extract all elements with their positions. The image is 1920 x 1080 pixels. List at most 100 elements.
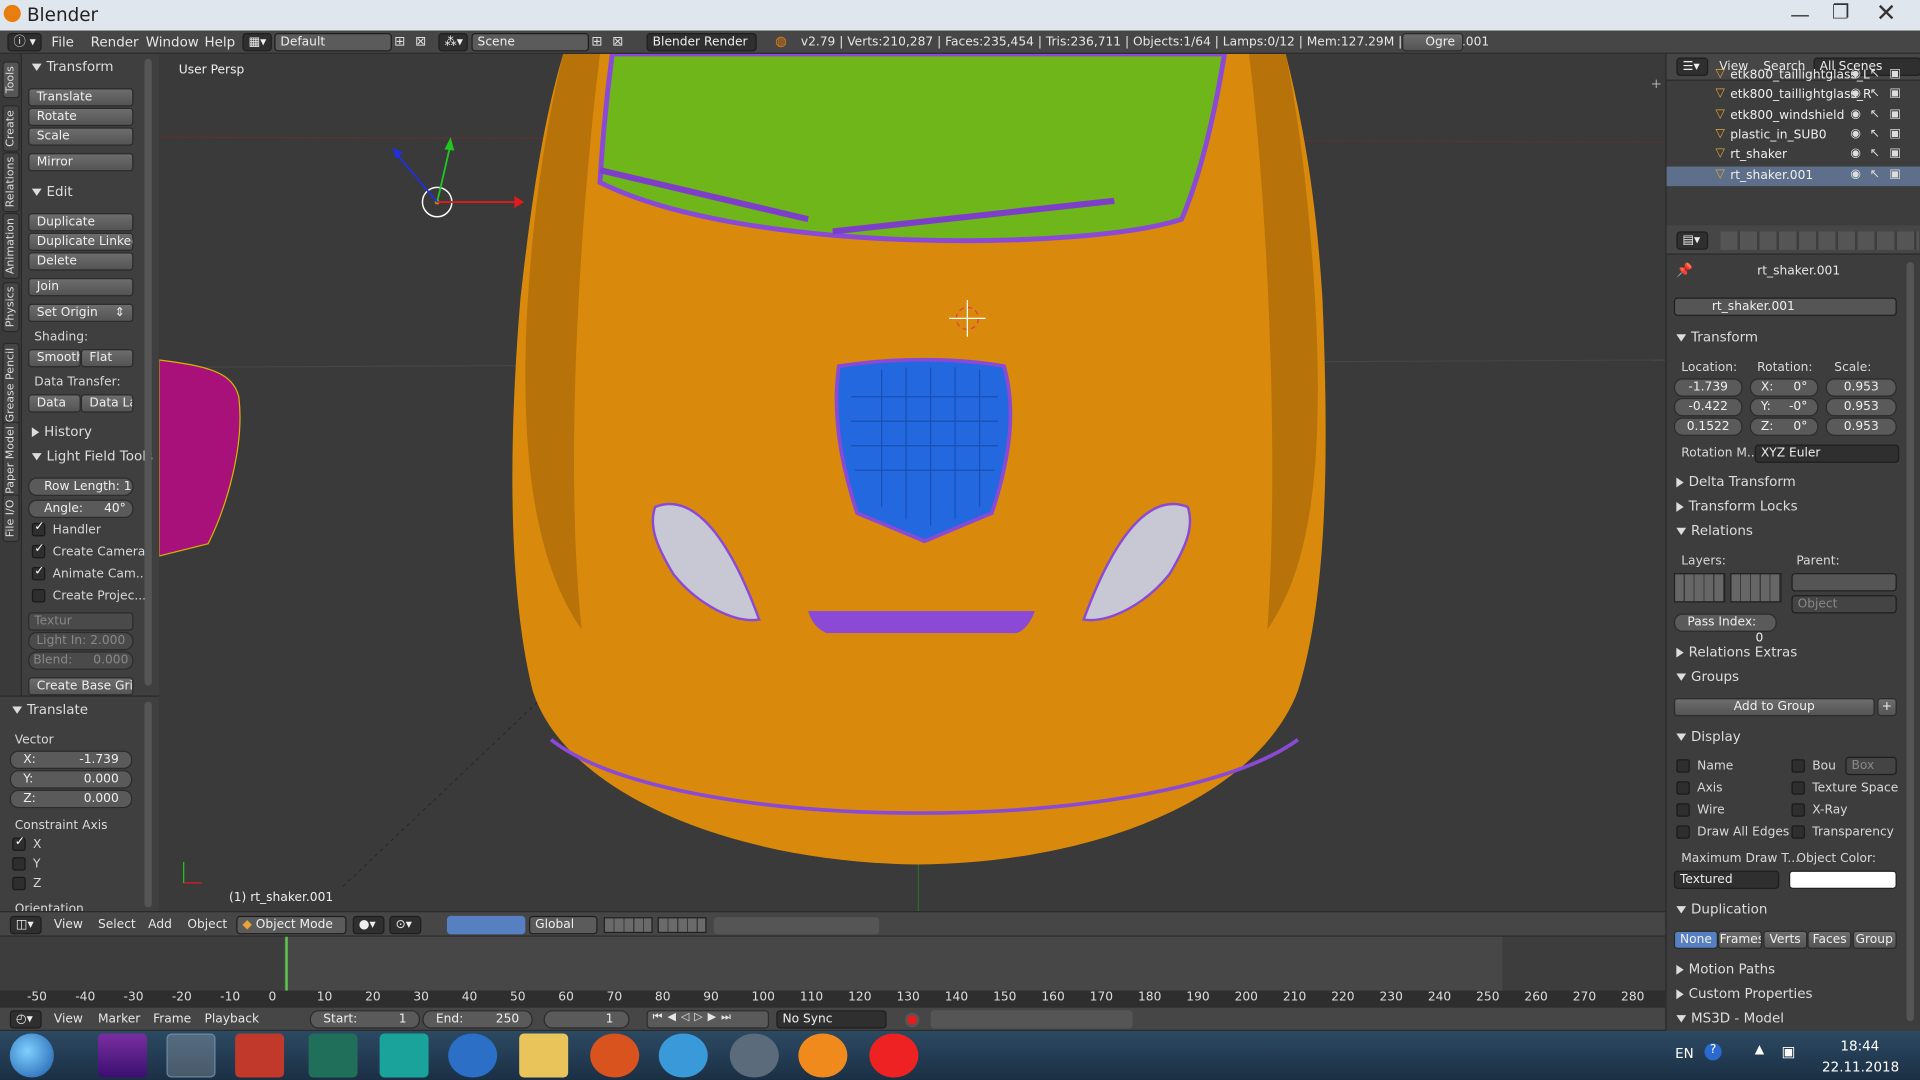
scene-type-button[interactable]: ⁂▾ [438,33,468,52]
tool-tab[interactable]: Animation [2,213,20,280]
parent-field[interactable] [1791,573,1897,592]
display-name-checkbox[interactable]: Name [1676,759,1733,773]
view3d-menu-object[interactable]: Object [187,918,227,931]
manipulator-icons[interactable] [446,915,526,935]
ogre-button[interactable]: Ogre [1402,33,1464,52]
animate-camera-checkbox[interactable]: Animate Cam... [31,564,148,581]
visibility-eye-icon[interactable]: ◉ [1850,167,1861,180]
display-alledges-checkbox[interactable]: Draw All Edges [1676,825,1789,839]
rotation-field[interactable]: Y: -0° [1749,397,1819,417]
viewport-3d[interactable]: User Persp (1) rt_shaker.001 + [159,53,1666,912]
tray-expand-icon[interactable]: ▲ [1755,1043,1764,1056]
constraint-y-check-icon[interactable] [12,857,26,871]
menu-file[interactable]: File [51,34,74,50]
menu-render[interactable]: Render [91,34,139,50]
duplication-header[interactable]: Duplication [1676,901,1767,917]
clock-time[interactable]: 18:44 [1840,1038,1879,1054]
yandex-icon[interactable] [235,1033,285,1078]
create-projector-checkbox[interactable]: Create Projec... [31,588,146,603]
motion-paths-header[interactable]: Motion Paths [1676,961,1775,977]
help-tray-icon[interactable]: ? [1704,1043,1722,1061]
scene-remove-icon[interactable]: ⊠ [612,33,623,49]
scale-button[interactable]: Scale [28,127,134,146]
tool-tab[interactable]: Grease Pencil [2,342,20,428]
display-bounds-checkbox[interactable]: Bou [1791,759,1836,773]
location-field[interactable]: -0.422 [1673,397,1743,417]
display-wire-check-icon[interactable] [1676,803,1690,817]
relations-layers-grid-b[interactable] [1730,573,1782,603]
layout-add-icon[interactable]: ⊞ [394,33,405,49]
render-camera-icon[interactable]: ▣ [1889,127,1901,140]
pivot-select[interactable]: ⊙▾ [389,915,422,935]
relations-layers-grid-a[interactable] [1673,573,1726,603]
constraint-x-checkbox[interactable]: X [12,835,41,852]
timeline-menu-frame[interactable]: Frame [153,1013,191,1026]
render-camera-icon[interactable]: ▣ [1889,87,1901,100]
properties-editor-type[interactable]: ▤▾ [1676,231,1709,250]
pin-icon[interactable]: 📌 [1676,262,1693,278]
visibility-eye-icon[interactable]: ◉ [1850,107,1861,120]
wheel-icon[interactable] [798,1033,848,1078]
layers-grid-b[interactable] [657,917,707,934]
visibility-eye-icon[interactable]: ◉ [1850,147,1861,160]
minimize-icon[interactable]: — [1790,2,1810,25]
snap-icons[interactable] [713,917,880,935]
operator-header[interactable]: Translate [12,702,88,718]
transform-locks-header[interactable]: Transform Locks [1676,498,1798,514]
speedometer-icon[interactable] [308,1033,358,1078]
menu-window[interactable]: Window [146,34,199,50]
close-icon[interactable]: ✕ [1876,0,1897,27]
outliner-row[interactable]: ▽ etk800_taillightglass_L ◉ ↖ ▣ [1667,66,1920,86]
rotation-field[interactable]: X: 0° [1749,378,1819,397]
max-draw-type-select[interactable]: Textured [1673,870,1780,889]
display-texspace-check-icon[interactable] [1791,781,1805,795]
start-frame-field[interactable]: Start: 1 [309,1010,421,1029]
layout-remove-icon[interactable]: ⊠ [415,33,426,49]
animate-camera-check-icon[interactable] [31,564,46,581]
add-to-group-button[interactable]: Add to Group [1673,697,1875,717]
internet-explorer-icon[interactable] [658,1033,708,1078]
duplication-option[interactable]: Faces [1807,930,1852,949]
display-wire-checkbox[interactable]: Wire [1676,803,1725,817]
display-xray-check-icon[interactable] [1791,803,1805,817]
constraint-z-check-icon[interactable] [12,876,26,891]
rotation-field[interactable]: Z: 0° [1749,417,1819,436]
outliner-row[interactable]: ▽ rt_shaker ◉ ↖ ▣ [1667,146,1920,166]
duplication-option[interactable]: Verts [1763,930,1808,949]
viewport-plus-icon[interactable]: + [1651,76,1662,92]
selectable-cursor-icon[interactable]: ↖ [1870,127,1880,140]
display-xray-checkbox[interactable]: X-Ray [1791,803,1847,817]
timeline-menu-marker[interactable]: Marker [98,1013,140,1026]
molecule-icon[interactable] [590,1033,640,1078]
timeline[interactable]: -50 -40 -30 -20 -10 0 10 20 30 40 50 60 70 80 90 100 110… [0,936,1666,1008]
tool-tab[interactable]: Relations [2,151,20,213]
light-field-tools-header[interactable]: Light Field Tools [31,448,153,464]
duplicate-linked-button[interactable]: Duplicate Linked [28,232,134,252]
clock-date[interactable]: 22.11.2018 [1822,1059,1899,1075]
light-intensity-field[interactable]: Light In: 2.000 [28,631,134,651]
history-panel-header[interactable]: History [31,424,92,440]
timeline-menu-playback[interactable]: Playback [204,1013,259,1026]
properties-context-tabs[interactable] [1720,231,1919,250]
rotation-mode-select[interactable]: XYZ Euler [1754,444,1900,463]
delete-button[interactable]: Delete [28,252,134,271]
add-group-plus-icon[interactable]: + [1877,697,1897,717]
location-field[interactable]: 0.1522 [1673,417,1743,436]
record-icon[interactable] [904,1012,920,1028]
tool-shelf-scrollbar[interactable] [144,58,152,686]
flat-button[interactable]: Flat [80,348,134,368]
outliner-row[interactable]: ▽ etk800_taillightglass_R ◉ ↖ ▣ [1667,86,1920,106]
view3d-menu-view[interactable]: View [54,918,83,931]
orientation-select[interactable]: Global [528,915,598,935]
create-base-grid-button[interactable]: Create Base Grid [28,677,134,696]
duplication-option[interactable]: Group [1852,930,1897,949]
parent-type-select[interactable]: Object [1791,595,1897,614]
tool-tab[interactable]: File I/O [2,494,20,543]
vector-x-field[interactable]: X: -1.739 [9,750,133,769]
render-camera-icon[interactable]: ▣ [1889,147,1901,160]
create-projector-check-icon[interactable] [31,588,46,603]
outliner-row[interactable]: ▽ rt_shaker.001 ◉ ↖ ▣ [1666,165,1920,186]
outliner-row[interactable]: ▽ etk800_windshield ◉ ↖ ▣ [1667,106,1920,126]
display-bounds-check-icon[interactable] [1791,759,1805,773]
layout-type-button[interactable]: ▦▾ [242,33,272,52]
